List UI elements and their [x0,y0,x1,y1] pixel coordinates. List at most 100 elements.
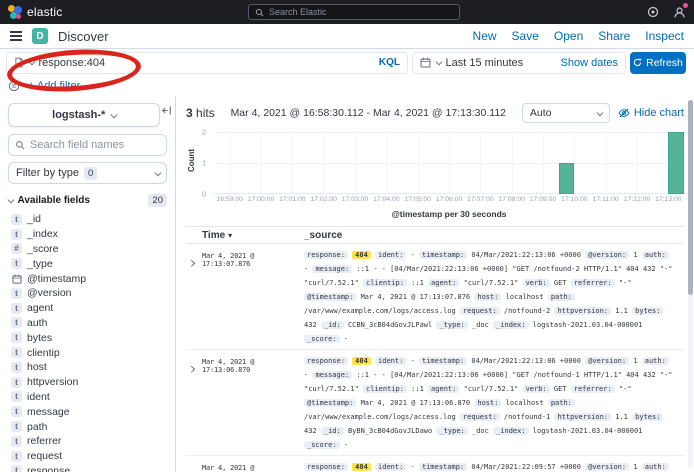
source-value: - [304,371,308,379]
gridline [261,132,262,194]
field-item-id[interactable]: t_id [8,212,167,227]
available-fields-count-badge: 20 [148,194,167,207]
plot-area: 012 [214,132,684,194]
saved-query-icon[interactable] [14,57,24,68]
available-fields-header[interactable]: Available fields 20 [8,194,167,207]
field-item-auth[interactable]: tauth [8,316,167,331]
source-field-badge: referrer: [571,279,615,287]
field-item-path[interactable]: tpath [8,419,167,434]
source-value: 1 [633,251,637,259]
query-language-toggle[interactable]: KQL [379,57,400,68]
refresh-button[interactable]: Refresh [630,52,686,74]
row-source: response: 404 ident: - timestamp: 04/Mar… [304,354,684,452]
string-field-icon: t [11,317,22,328]
string-field-icon: t [11,332,22,343]
row-timestamp: Mar 4, 2021 @ 17:13:06.870 [202,354,304,452]
nav-action-new[interactable]: New [473,29,497,43]
add-filter-link[interactable]: + Add filter [28,80,80,92]
nav-action-save[interactable]: Save [512,29,539,43]
field-item-version[interactable]: t@version [8,286,167,301]
field-search-input[interactable]: Search field names [8,134,167,156]
collapse-sidebar-icon[interactable] [161,105,172,116]
kibana-discover-app: elastic Search Elastic D Discover NewSav… [0,0,694,472]
field-item-score[interactable]: #_score [8,242,167,257]
field-item-message[interactable]: tmessage [8,404,167,419]
source-value: "-" [619,279,632,287]
field-name: path [27,421,47,433]
x-tick-label: 17:01:00 [279,196,305,203]
source-value: 432 [304,321,317,329]
index-pattern-select[interactable]: logstash-* [8,103,160,127]
user-avatar[interactable] [672,5,686,19]
time-column-header[interactable]: Time▾ [186,230,304,241]
filter-set-icon[interactable] [8,80,20,92]
elastic-logo[interactable]: elastic [8,5,62,19]
nav-action-share[interactable]: Share [598,29,630,43]
calendar-icon[interactable] [420,57,431,68]
date-picker-chevron-icon[interactable] [436,59,442,65]
source-field-badge: _index: [493,427,529,435]
deployment-icon[interactable] [646,5,660,19]
field-item-host[interactable]: thost [8,360,167,375]
field-item-ident[interactable]: tident [8,390,167,405]
field-item-response[interactable]: tresponse [8,464,167,472]
menu-icon[interactable] [10,31,22,41]
calendar-field-icon [11,273,22,284]
query-text[interactable]: response:404 [39,57,374,69]
saved-query-chevron-icon[interactable] [29,59,35,65]
source-value: - [344,441,348,449]
scrollbar-thumb[interactable] [688,100,693,295]
interval-chevron-icon [597,109,603,115]
hits-count: 3 hits [186,106,215,120]
source-value: localhost [506,399,544,407]
global-search-input[interactable]: Search Elastic [248,4,460,20]
nav-action-open[interactable]: Open [554,29,583,43]
elastic-logo-icon [8,5,22,19]
date-picker[interactable]: Last 15 minutes Show dates [412,52,626,74]
field-item-agent[interactable]: tagent [8,301,167,316]
search-icon [15,140,25,150]
field-item-timestamp[interactable]: @timestamp [8,271,167,286]
gridline [574,132,575,194]
source-value: _doc [472,321,489,329]
interval-select[interactable]: Auto [522,103,610,123]
histogram-bar[interactable] [559,163,575,194]
source-field-badge: host: [474,293,501,301]
gridline [386,132,387,194]
filter-by-type-chevron-icon [154,169,160,175]
gridline [512,132,513,194]
field-item-request[interactable]: trequest [8,449,167,464]
histogram-bar[interactable] [668,132,684,194]
source-field-badge: timestamp: [419,357,467,365]
string-field-icon: t [11,229,22,240]
time-range-label[interactable]: Last 15 minutes [446,57,524,69]
expand-row-icon[interactable] [186,354,202,452]
field-item-clientip[interactable]: tclientip [8,345,167,360]
page-title: Discover [58,29,109,44]
source-value: /var/www/example.com/logs/access.log [304,307,456,315]
field-item-type[interactable]: t_type [8,256,167,271]
field-item-referrer[interactable]: treferrer [8,434,167,449]
field-item-httpversion[interactable]: thttpversion [8,375,167,390]
filter-by-type-button[interactable]: Filter by type 0 [8,162,167,184]
field-search-placeholder: Search field names [30,139,124,151]
show-dates-link[interactable]: Show dates [561,57,618,69]
table-row: Mar 4, 2021 @ 17:09:58.278response: 404 … [186,456,684,472]
expand-row-icon[interactable] [186,460,202,472]
query-input[interactable]: response:404 KQL [6,52,408,74]
main-content: 3 hits Mar 4, 2021 @ 16:58:30.112 - Mar … [176,96,694,472]
field-item-bytes[interactable]: tbytes [8,330,167,345]
string-field-icon: t [11,406,22,417]
field-item-index[interactable]: t_index [8,227,167,242]
source-field-badge: _id: [321,427,344,435]
string-field-icon: t [11,214,22,225]
x-tick-label: 17:00:00 [248,196,274,203]
source-value: - [344,335,348,343]
expand-row-icon[interactable] [186,248,202,346]
hide-chart-link[interactable]: Hide chart [618,107,684,119]
y-axis-label: Count [187,149,196,172]
histogram-chart[interactable]: Count 012 16:59:0017:00:0017:01:0017:02:… [186,132,684,219]
source-field-badge: @version: [585,357,629,365]
vertical-scrollbar[interactable] [688,100,693,468]
nav-action-inspect[interactable]: Inspect [645,29,684,43]
